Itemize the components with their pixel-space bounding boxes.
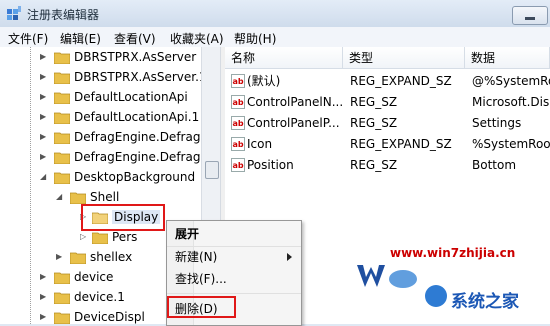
collapse-arrow-icon[interactable]: ◢ <box>40 167 46 187</box>
menu-favorites[interactable]: 收藏夹(A) <box>170 30 224 47</box>
context-separator <box>167 293 301 294</box>
folder-icon <box>54 72 70 84</box>
tree-item[interactable]: ▶ shellex <box>56 247 133 267</box>
tree-item-label: Shell <box>90 190 120 204</box>
expand-arrow-icon[interactable]: ▶ <box>40 67 46 87</box>
tree-item-label: DBRSTPRX.AsServer <box>74 50 197 64</box>
scrollbar-thumb[interactable] <box>205 161 219 179</box>
folder-icon <box>70 252 86 264</box>
tree-item-label: DefaultLocationApi <box>74 90 188 104</box>
tree-item[interactable]: ▶ DefaultLocationApi.1 <box>40 107 200 127</box>
expand-arrow-icon[interactable]: ▶ <box>40 267 46 287</box>
tree-item[interactable]: ▶ DefaultLocationApi <box>40 87 188 107</box>
folder-icon <box>70 192 86 204</box>
folder-icon <box>54 112 70 124</box>
registry-editor-icon <box>7 6 21 20</box>
tree-item[interactable]: ▶ device.1 <box>40 287 125 307</box>
tree-item[interactable]: ▶ DefragEngine.DefragE <box>40 127 201 147</box>
value-type: REG_SZ <box>350 95 398 109</box>
expand-arrow-icon[interactable]: ▶ <box>40 307 46 324</box>
tree-guide-line <box>30 47 31 324</box>
context-item-new[interactable]: 新建(N) <box>175 246 217 268</box>
watermark-win-logo <box>355 261 421 291</box>
collapse-arrow-icon[interactable]: ◢ <box>56 187 62 207</box>
folder-icon <box>54 312 70 324</box>
folder-icon <box>54 272 70 284</box>
expand-arrow-icon[interactable]: ▶ <box>56 247 62 267</box>
watermark-url: www.win7zhijia.cn <box>390 246 516 260</box>
tree-item-label: DeviceDispl <box>74 310 145 324</box>
tree-item-label: DBRSTPRX.AsServer.1 <box>74 70 201 84</box>
minimize-icon <box>525 17 535 20</box>
value-type: REG_EXPAND_SZ <box>350 74 452 88</box>
value-name: Position <box>247 158 294 172</box>
context-item-expand[interactable]: 展开 <box>175 223 199 245</box>
value-data: %SystemRoot <box>472 137 550 151</box>
watermark-brand: 系统之家 <box>451 292 519 312</box>
value-name: Icon <box>247 137 273 151</box>
folder-icon <box>54 292 70 304</box>
string-value-icon: ab <box>231 158 245 172</box>
string-value-icon: ab <box>231 116 245 130</box>
tree-item-label: device.1 <box>74 290 125 304</box>
string-value-icon: ab <box>231 74 245 88</box>
folder-icon <box>54 152 70 164</box>
value-name: ControlPanelN... <box>247 95 343 109</box>
menu-view[interactable]: 查看(V) <box>114 30 156 47</box>
window-title: 注册表编辑器 <box>27 8 100 22</box>
tree-item[interactable]: ▶ DBRSTPRX.AsServer.1 <box>40 67 201 87</box>
tree-item[interactable]: ◢ DesktopBackground <box>40 167 196 187</box>
string-value-icon: ab <box>231 95 245 109</box>
expand-arrow-icon[interactable]: ▶ <box>40 107 46 127</box>
folder-icon <box>92 232 108 244</box>
tree-item-label: DefragEngine.DefragE <box>74 130 201 144</box>
submenu-arrow-icon <box>287 253 292 261</box>
value-data: Bottom <box>472 158 517 172</box>
string-value-icon: ab <box>231 137 245 151</box>
highlight-display-box <box>81 204 165 231</box>
folder-icon <box>54 52 70 64</box>
tree-item-label: DefragEngine.DefragE <box>74 150 201 164</box>
tree-item[interactable]: ▶ device <box>40 267 114 287</box>
value-data: @%SystemRo <box>472 74 550 88</box>
column-header-data[interactable]: 数据 <box>465 47 550 69</box>
tree-item[interactable]: ▶ DBRSTPRX.AsServer <box>40 47 197 67</box>
value-data: Microsoft.Dis <box>472 95 550 109</box>
menu-file[interactable]: 文件(F) <box>8 30 48 47</box>
tree-item[interactable]: ▶ DefragEngine.DefragE <box>40 147 201 167</box>
highlight-delete-box <box>167 296 236 318</box>
expand-arrow-icon[interactable]: ▶ <box>40 287 46 307</box>
tree-item-label: DesktopBackground <box>74 170 196 184</box>
menu-bar: 文件(F) 编辑(E) 查看(V) 收藏夹(A) 帮助(H) <box>0 27 550 48</box>
tree-item-label: DefaultLocationApi.1 <box>74 110 200 124</box>
tree-item[interactable]: ▶ DeviceDispl <box>40 307 145 324</box>
column-header-type[interactable]: 类型 <box>343 47 465 69</box>
folder-icon <box>54 172 70 184</box>
context-item-find[interactable]: 查找(F)... <box>175 268 227 290</box>
expand-arrow-icon[interactable]: ▶ <box>40 87 46 107</box>
folder-icon <box>54 132 70 144</box>
folder-icon <box>54 92 70 104</box>
tree-item-label: shellex <box>90 250 133 264</box>
value-type: REG_SZ <box>350 158 398 172</box>
tree-item-label: device <box>74 270 114 284</box>
value-name: ControlPanelP... <box>247 116 340 130</box>
value-data: Settings <box>472 116 522 130</box>
value-type: REG_EXPAND_SZ <box>350 137 452 151</box>
expand-arrow-icon[interactable]: ▶ <box>40 47 46 67</box>
column-header-name[interactable]: 名称 <box>225 47 343 69</box>
watermark-logo-icon <box>425 285 447 307</box>
menu-help[interactable]: 帮助(H) <box>234 30 276 47</box>
title-bar: 注册表编辑器 <box>0 0 550 27</box>
value-type: REG_SZ <box>350 116 398 130</box>
minimize-button[interactable] <box>512 6 548 25</box>
tree-item-label: Pers <box>112 230 138 244</box>
expand-arrow-icon[interactable]: ▶ <box>40 147 46 167</box>
value-name: (默认) <box>247 74 281 88</box>
expand-arrow-icon[interactable]: ▶ <box>40 127 46 147</box>
menu-edit[interactable]: 编辑(E) <box>60 30 101 47</box>
